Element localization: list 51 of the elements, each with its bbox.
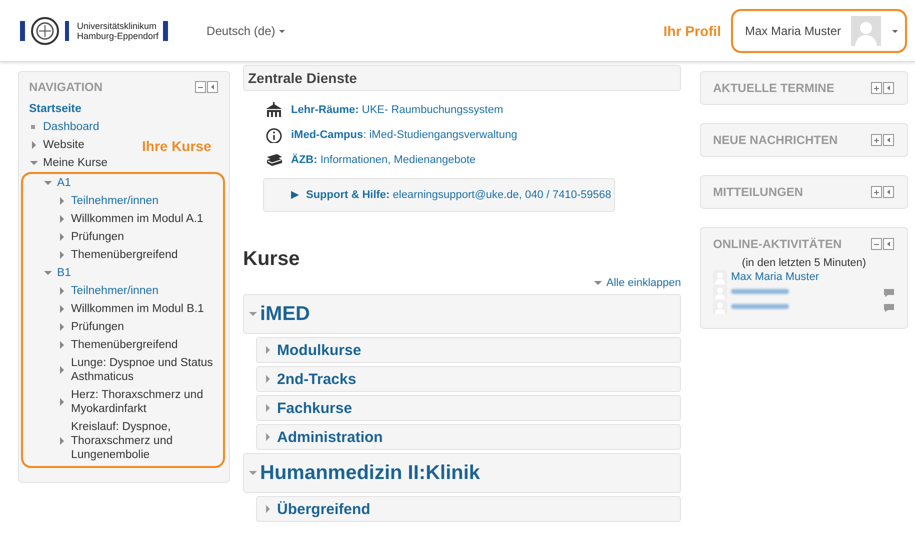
nav-item[interactable]: Dashboard	[43, 120, 100, 134]
nav-item[interactable]: Meine Kurse	[43, 156, 108, 170]
nav-item[interactable]: A1	[57, 176, 72, 190]
user-menu[interactable]: Max Maria Muster	[730, 8, 907, 52]
category-header[interactable]: iMED	[243, 294, 681, 334]
nav-item[interactable]: B1	[57, 266, 72, 280]
service-link[interactable]: Lehr-Räume: UKE- Raumbuchungssystem	[291, 104, 504, 116]
info-icon	[265, 126, 283, 142]
user-link[interactable]: Max Maria Muster	[731, 270, 820, 282]
subcategory-header[interactable]: Übergreifend	[256, 496, 681, 522]
nav-item[interactable]: Themenübergreifend	[71, 338, 178, 352]
nav-item[interactable]: Prüfungen	[71, 230, 124, 244]
nav-item[interactable]: Willkommen im Modul A.1	[71, 212, 204, 226]
nav-item[interactable]: Teilnehmer/innen	[71, 284, 159, 298]
section-header: Zentrale Dienste	[243, 65, 681, 91]
block-subtitle: (in den letzten 5 Minuten)	[740, 257, 868, 269]
play-arrow-icon	[290, 190, 300, 200]
nav-item[interactable]: Website	[43, 138, 84, 152]
category-header[interactable]: Humanmedizin II:Klinik	[243, 453, 681, 493]
language-menu[interactable]: Deutsch (de)	[200, 22, 292, 38]
nav-item[interactable]: Prüfungen	[71, 320, 124, 334]
subcategory-header[interactable]: Administration	[256, 424, 681, 450]
subcategory-header[interactable]: Fachkurse	[256, 395, 681, 421]
logo-text: Universitätsklinikum Hamburg-Eppendorf	[77, 20, 159, 40]
building-icon	[265, 102, 283, 118]
seal-icon	[30, 16, 60, 46]
nav-link[interactable]: Startseite	[29, 102, 82, 116]
block-title: MITTEILUNGEN	[713, 185, 803, 199]
block-title: AKTUELLE TERMINE	[713, 81, 834, 95]
nav-item[interactable]: Willkommen im Modul B.1	[71, 302, 204, 316]
subcategory-header[interactable]: 2nd-Tracks	[256, 366, 681, 392]
nav-item[interactable]: Teilnehmer/innen	[71, 194, 159, 208]
expanded-arrow-icon	[593, 279, 604, 287]
page-heading: Kurse	[243, 248, 301, 271]
block-title: NAVIGATION	[29, 80, 103, 94]
avatar-icon	[851, 16, 881, 46]
nav-item[interactable]: Lunge: Dyspnoe und Status Asthmaticus	[71, 356, 219, 384]
nav-item[interactable]: Herz: Thoraxschmerz und Myokardinfarkt	[71, 388, 219, 416]
nav-item[interactable]: Themenübergreifend	[71, 248, 178, 262]
service-link[interactable]: iMed-Campus: iMed-Studiengangsverwaltung	[291, 128, 518, 140]
nav-item[interactable]: Kreislauf: Dyspnoe, Thoraxschmerz und Lungenembolie	[71, 420, 219, 462]
annotation-label: Ihr Profil	[663, 22, 721, 38]
block-title: NEUE NACHRICHTEN	[713, 133, 838, 147]
books-icon	[265, 152, 283, 168]
service-link[interactable]: ÄZB: Informationen, Medienangebote	[291, 154, 476, 166]
block-title: ONLINE-AKTIVITÄTEN	[713, 237, 842, 251]
block-controls-icon	[195, 81, 219, 93]
collapse-all-link[interactable]: Alle einklappen	[243, 277, 681, 289]
annotation-label: Ihre Kurse	[142, 138, 212, 154]
support-link[interactable]: Support & Hilfe: elearningsupport@uke.de, 040 / 7410-59568	[306, 189, 612, 201]
subcategory-header[interactable]: Modulkurse	[256, 337, 681, 363]
